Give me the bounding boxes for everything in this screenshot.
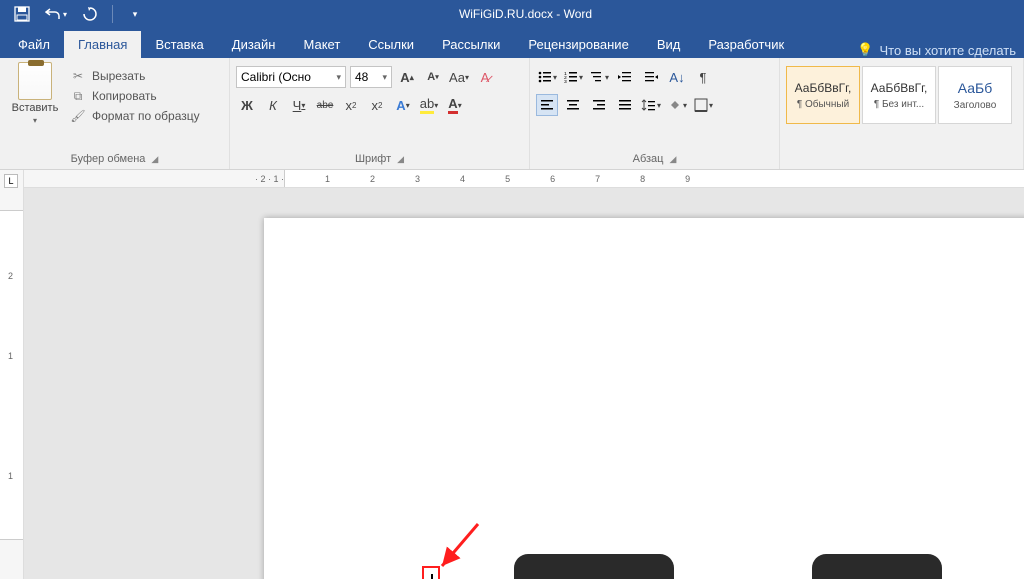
save-icon[interactable] [10,2,34,26]
strikethrough-button[interactable]: abe [314,94,336,116]
decrease-indent-button[interactable] [614,66,636,88]
increase-indent-button[interactable] [640,66,662,88]
clear-formatting-button[interactable]: A̷ [474,66,496,88]
underline-button[interactable]: Ч▾ [288,94,310,116]
tab-design[interactable]: Дизайн [218,31,290,58]
tab-insert[interactable]: Вставка [141,31,217,58]
numbering-button[interactable]: 123▾ [562,66,584,88]
ruler-negative: · 2 · 1 · [244,170,284,187]
font-name-select[interactable]: Calibri (Осно▾ [236,66,346,88]
tell-me-label: Что вы хотите сделать [880,43,1016,58]
group-paragraph: ▾ 123▾ ▾ A↓ ¶ ▾ ▾ ▾ А [530,58,780,169]
shrink-font-button[interactable]: A▾ [422,66,444,88]
copy-button[interactable]: ⧉Копировать [70,88,200,104]
copy-icon: ⧉ [70,88,86,104]
qat-customize-icon[interactable]: ▾ [123,2,147,26]
style-heading[interactable]: АаБб Заголово [938,66,1012,124]
window-title: WiFiGiD.RU.docx - Word [147,7,904,21]
key-ctrl: Ctrl [514,554,674,579]
dialog-launcher-icon[interactable]: ◢ [669,154,676,165]
clipboard-icon [18,62,52,100]
scissors-icon: ✂ [70,68,86,84]
text-caret [431,574,433,579]
align-left-button[interactable] [536,94,558,116]
workspace: L 2 1 1 · 2 · 1 · 123456789 Ctrl + F9 [0,170,1024,579]
tab-file[interactable]: Файл [4,31,64,58]
group-font: Calibri (Осно▾ 48▾ A▴ A▾ Aa▾ A̷ Ж К Ч▾ a… [230,58,530,169]
undo-icon[interactable]: ▾ [44,2,68,26]
highlight-button[interactable]: ab▾ [418,94,440,116]
bold-button[interactable]: Ж [236,94,258,116]
key-f9: F9 [812,554,942,579]
tell-me[interactable]: 💡 Что вы хотите сделать [857,42,1024,58]
tab-mailings[interactable]: Рассылки [428,31,514,58]
align-center-button[interactable] [562,94,584,116]
style-normal[interactable]: АаБбВвГг, ¶ Обычный [786,66,860,124]
bullets-button[interactable]: ▾ [536,66,558,88]
page [264,218,1024,579]
tab-selector[interactable]: L [4,174,18,188]
grow-font-button[interactable]: A▴ [396,66,418,88]
redo-icon[interactable] [78,2,102,26]
svg-text:3: 3 [564,79,567,85]
change-case-button[interactable]: Aa▾ [448,66,470,88]
dialog-launcher-icon[interactable]: ◢ [397,154,404,165]
document-canvas[interactable]: Ctrl + F9 [24,188,1024,579]
group-label: Буфер обмена [71,153,146,165]
tab-review[interactable]: Рецензирование [514,31,642,58]
group-styles: АаБбВвГг, ¶ Обычный АаБбВвГг, ¶ Без инт.… [780,58,1024,169]
vertical-ruler[interactable]: L 2 1 1 [0,170,24,579]
quick-access-toolbar: ▾ ▾ [0,2,147,26]
tab-view[interactable]: Вид [643,31,695,58]
font-color-button[interactable]: A▾ [444,94,466,116]
subscript-button[interactable]: x2 [340,94,362,116]
arrow-annotation [438,518,498,579]
title-bar: ▾ ▾ WiFiGiD.RU.docx - Word [0,0,1024,28]
group-label: Шрифт [355,153,391,165]
format-painter-button[interactable]: 🖌Формат по образцу [70,108,200,124]
paste-button[interactable]: Вставить ▾ [6,62,64,125]
multilevel-list-button[interactable]: ▾ [588,66,610,88]
brush-icon: 🖌 [70,108,86,124]
horizontal-ruler[interactable]: · 2 · 1 · 123456789 [24,170,1024,188]
tab-references[interactable]: Ссылки [354,31,428,58]
ribbon-tabs: Файл Главная Вставка Дизайн Макет Ссылки… [0,28,1024,58]
sort-button[interactable]: A↓ [666,66,688,88]
show-marks-button[interactable]: ¶ [692,66,714,88]
group-clipboard: Вставить ▾ ✂Вырезать ⧉Копировать 🖌Формат… [0,58,230,169]
justify-button[interactable] [614,94,636,116]
borders-button[interactable]: ▾ [692,94,714,116]
cut-button[interactable]: ✂Вырезать [70,68,200,84]
tab-developer[interactable]: Разработчик [694,31,798,58]
group-label: Абзац [633,153,664,165]
italic-button[interactable]: К [262,94,284,116]
font-size-select[interactable]: 48▾ [350,66,392,88]
lightbulb-icon: 💡 [857,42,873,58]
paste-label: Вставить [12,102,59,114]
dialog-launcher-icon[interactable]: ◢ [151,154,158,165]
style-no-spacing[interactable]: АаБбВвГг, ¶ Без инт... [862,66,936,124]
text-effects-button[interactable]: A▾ [392,94,414,116]
shading-button[interactable]: ▾ [666,94,688,116]
ribbon: Вставить ▾ ✂Вырезать ⧉Копировать 🖌Формат… [0,58,1024,170]
tab-home[interactable]: Главная [64,31,141,58]
line-spacing-button[interactable]: ▾ [640,94,662,116]
superscript-button[interactable]: x2 [366,94,388,116]
align-right-button[interactable] [588,94,610,116]
tab-layout[interactable]: Макет [289,31,354,58]
